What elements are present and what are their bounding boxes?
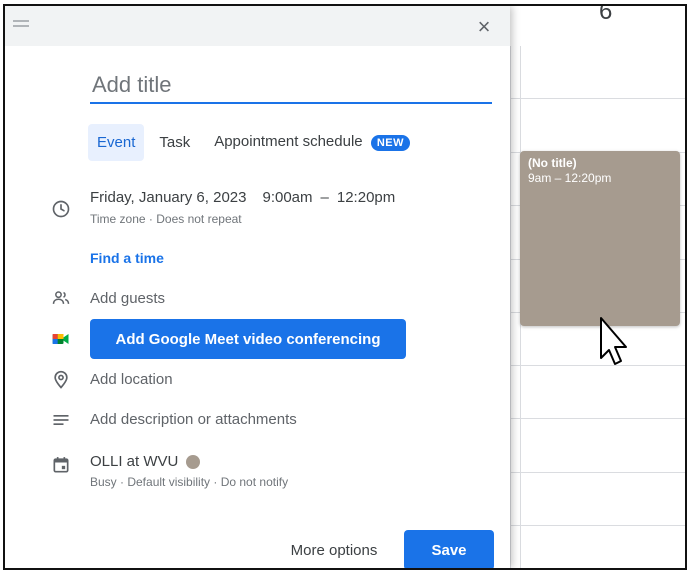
google-meet-icon [52, 334, 69, 344]
tab-task[interactable]: Task [150, 124, 199, 161]
add-description-field[interactable]: Add description or attachments [90, 411, 297, 428]
tab-event[interactable]: Event [88, 123, 145, 161]
people-icon [52, 291, 70, 304]
calendar-selector[interactable]: OLLI at WVU [90, 453, 201, 470]
close-button[interactable]: × [473, 16, 495, 38]
add-guests-field[interactable]: Add guests [90, 290, 165, 307]
save-button[interactable]: Save [404, 530, 494, 568]
dialog-header[interactable]: × [5, 6, 510, 46]
availability-visibility[interactable]: Busy · Default visibility · Do not notif… [90, 475, 288, 489]
more-options-button[interactable]: More options [281, 530, 387, 568]
tab-appointment-label: Appointment schedule [214, 133, 363, 151]
calendar-icon [53, 457, 69, 473]
grid-line [510, 472, 685, 473]
event-type-tabs: Event Task Appointment schedule NEW [88, 123, 425, 161]
grid-line [510, 418, 685, 419]
title-input[interactable] [90, 68, 492, 104]
start-time[interactable]: 9:00am [262, 189, 312, 206]
day-number: 6 [599, 4, 613, 25]
event-title: (No title) [528, 156, 577, 170]
event-date[interactable]: Friday, January 6, 2023 [90, 189, 246, 206]
screenshot-frame: 6 (No title) 9am – 12:20pm × Event Task [3, 4, 687, 570]
grid-line [510, 98, 685, 99]
mouse-pointer-icon [600, 317, 627, 365]
add-location-field[interactable]: Add location [90, 371, 173, 388]
clock-icon [52, 200, 70, 218]
grid-line [510, 525, 685, 526]
add-google-meet-button[interactable]: Add Google Meet video conferencing [90, 319, 406, 359]
calendar-name: OLLI at WVU [90, 453, 179, 470]
time-separator: – [320, 189, 329, 206]
event-time: 9am – 12:20pm [528, 171, 612, 185]
end-time[interactable]: 12:20pm [337, 189, 395, 206]
timezone-recurrence[interactable]: Time zone · Does not repeat [90, 212, 242, 226]
calendar-color-dot[interactable] [186, 455, 201, 470]
location-pin-icon [54, 370, 68, 389]
new-badge: NEW [370, 134, 410, 151]
tab-appointment-schedule[interactable]: Appointment schedule NEW [205, 123, 419, 160]
grid-line [510, 46, 511, 568]
find-a-time-link[interactable]: Find a time [90, 250, 164, 266]
drag-handle-icon[interactable] [13, 20, 29, 30]
event-dialog: × Event Task Appointment schedule NEW Fr… [5, 6, 510, 568]
description-lines-icon [53, 415, 69, 425]
date-time-selector[interactable]: Friday, January 6, 2023 9:00am –12:20pm [90, 189, 395, 206]
event-block[interactable]: (No title) 9am – 12:20pm [520, 151, 680, 326]
